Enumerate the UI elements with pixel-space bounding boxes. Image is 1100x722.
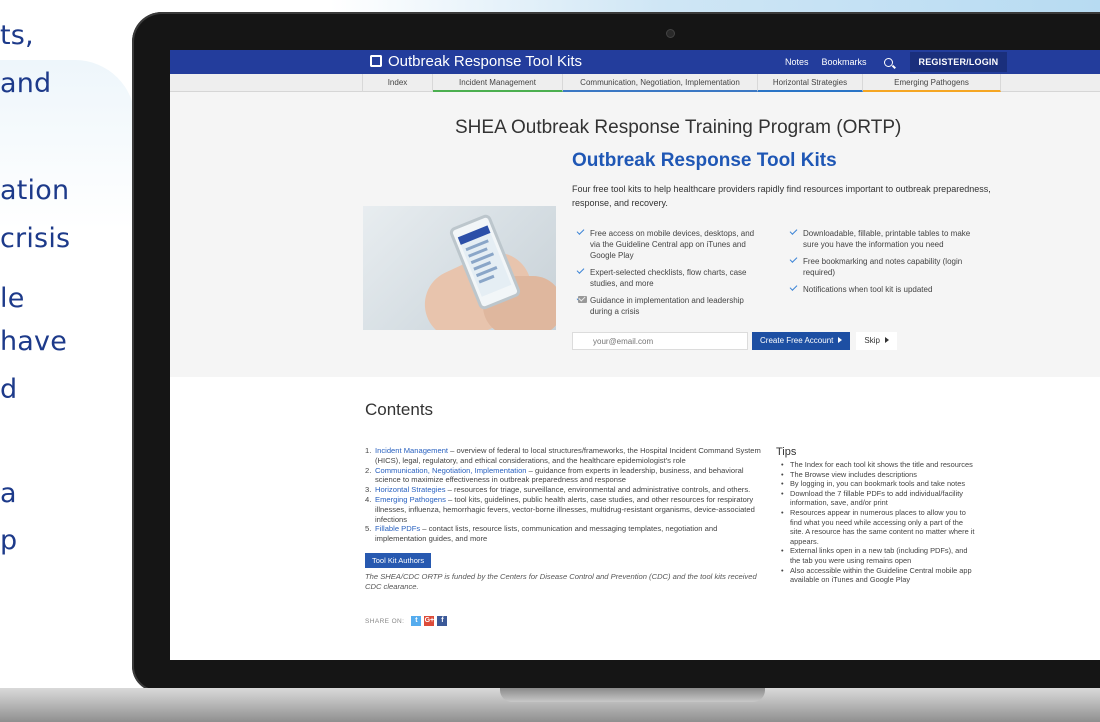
feature-item: Free bookmarking and notes capability (l… xyxy=(785,255,985,278)
contents-item: 1. Incident Management – overview of fede… xyxy=(365,446,761,465)
signup-row: Create Free Account Skip xyxy=(572,332,897,350)
contents-item: 3. Horizontal Strategies – resources for … xyxy=(365,485,751,495)
feature-item: Expert-selected checklists, flow charts,… xyxy=(572,266,762,289)
contents-item: 4. Emerging Pathogens – tool kits, guidel… xyxy=(365,494,755,524)
contents-link[interactable]: Emerging Pathogens xyxy=(375,495,446,504)
tip-item: Resources appear in numerous places to a… xyxy=(776,508,976,546)
promo-line: p xyxy=(0,525,18,556)
promo-line: le xyxy=(0,283,25,314)
hero-phone-image xyxy=(363,206,556,330)
share-bar: SHARE ON: t G+ f xyxy=(365,616,448,626)
facebook-icon[interactable]: f xyxy=(437,616,448,626)
tab-horizontal-strategies[interactable]: Horizontal Strategies xyxy=(758,74,863,92)
top-links: Notes Bookmarks REGISTER/LOGIN xyxy=(785,50,1008,74)
laptop-notch xyxy=(500,688,765,702)
promo-line: ts, xyxy=(0,20,34,51)
contents-link[interactable]: Communication, Negotiation, Implementati… xyxy=(375,466,527,475)
promo-line: d xyxy=(0,374,18,405)
email-input[interactable] xyxy=(572,332,748,350)
promo-line: a xyxy=(0,478,17,509)
contents-heading: Contents xyxy=(365,400,434,419)
feature-item: Notifications when tool kit is updated xyxy=(785,283,985,295)
check-icon xyxy=(789,255,798,263)
share-label: SHARE ON: xyxy=(365,617,405,625)
hero-section: SHEA Outbreak Response Training Program … xyxy=(170,92,1100,377)
promo-side-text: ts, and ation crisis le have d a p xyxy=(0,0,135,722)
bookmarks-link[interactable]: Bookmarks xyxy=(822,57,867,67)
program-title: SHEA Outbreak Response Training Program … xyxy=(455,117,902,138)
contents-link[interactable]: Incident Management xyxy=(375,446,448,455)
tip-item: Also accessible within the Guideline Cen… xyxy=(776,566,976,585)
tab-communication[interactable]: Communication, Negotiation, Implementati… xyxy=(563,74,758,92)
register-login-button[interactable]: REGISTER/LOGIN xyxy=(909,52,1008,72)
camera-icon xyxy=(666,29,675,38)
contents-item: 5. Fillable PDFs – contact lists, resourc… xyxy=(365,524,718,544)
tool-kit-authors-button[interactable]: Tool Kit Authors xyxy=(365,553,432,568)
tips-list: The Index for each tool kit shows the ti… xyxy=(776,460,976,585)
feature-list-left: Free access on mobile devices, desktops,… xyxy=(572,227,762,323)
tip-item: By logging in, you can bookmark tools an… xyxy=(776,479,976,489)
contents-link[interactable]: Fillable PDFs xyxy=(375,524,420,533)
tab-incident-management[interactable]: Incident Management xyxy=(433,74,563,92)
section-tabs: Index Incident Management Communication,… xyxy=(170,74,1100,92)
contents-list: 1. Incident Management – overview of fede… xyxy=(365,446,770,544)
notes-link[interactable]: Notes xyxy=(785,57,809,67)
tips-heading: Tips xyxy=(776,446,797,458)
mail-icon xyxy=(578,296,587,303)
tip-item: The Browse view includes descriptions xyxy=(776,470,976,480)
promo-line: have xyxy=(0,326,68,357)
site-brand[interactable]: Outbreak Response Tool Kits xyxy=(370,53,582,70)
tip-item: External links open in a new tab (includ… xyxy=(776,546,976,565)
check-icon xyxy=(789,227,798,235)
tool-kits-description: Four free tool kits to help healthcare p… xyxy=(572,184,991,208)
tab-index[interactable]: Index xyxy=(362,74,433,92)
play-icon xyxy=(884,337,889,343)
feature-item: Guidance in implementation and leadershi… xyxy=(572,294,762,317)
promo-line: ation xyxy=(0,175,70,206)
search-icon[interactable] xyxy=(883,57,893,67)
tool-kits-heading: Outbreak Response Tool Kits xyxy=(572,150,837,171)
play-icon xyxy=(838,337,843,343)
check-icon xyxy=(789,283,798,291)
logo-icon xyxy=(370,55,382,67)
top-navigation-bar: Outbreak Response Tool Kits Notes Bookma… xyxy=(170,50,1100,74)
tip-item: Download the 7 fillable PDFs to add indi… xyxy=(776,489,976,508)
twitter-icon[interactable]: t xyxy=(411,616,422,626)
contents-item: 2. Communication, Negotiation, Implementa… xyxy=(365,465,744,485)
funding-note: The SHEA/CDC ORTP is funded by the Cente… xyxy=(365,572,757,591)
promo-line: crisis xyxy=(0,223,71,254)
check-icon xyxy=(576,227,585,235)
site-title: Outbreak Response Tool Kits xyxy=(388,53,582,70)
phone-screen-line xyxy=(478,274,495,284)
feature-item: Free access on mobile devices, desktops,… xyxy=(572,227,762,261)
google-plus-icon[interactable]: G+ xyxy=(424,616,435,626)
feature-list-right: Downloadable, fillable, printable tables… xyxy=(785,227,985,301)
create-account-button[interactable]: Create Free Account xyxy=(752,332,851,350)
promo-line: and xyxy=(0,68,52,99)
feature-item: Downloadable, fillable, printable tables… xyxy=(785,227,985,250)
tab-emerging-pathogens[interactable]: Emerging Pathogens xyxy=(863,74,1001,92)
skip-button[interactable]: Skip xyxy=(856,332,897,350)
contents-link[interactable]: Horizontal Strategies xyxy=(375,485,446,494)
check-icon xyxy=(576,266,585,274)
tip-item: The Index for each tool kit shows the ti… xyxy=(776,460,976,470)
laptop-screen: Outbreak Response Tool Kits Notes Bookma… xyxy=(170,50,1100,660)
